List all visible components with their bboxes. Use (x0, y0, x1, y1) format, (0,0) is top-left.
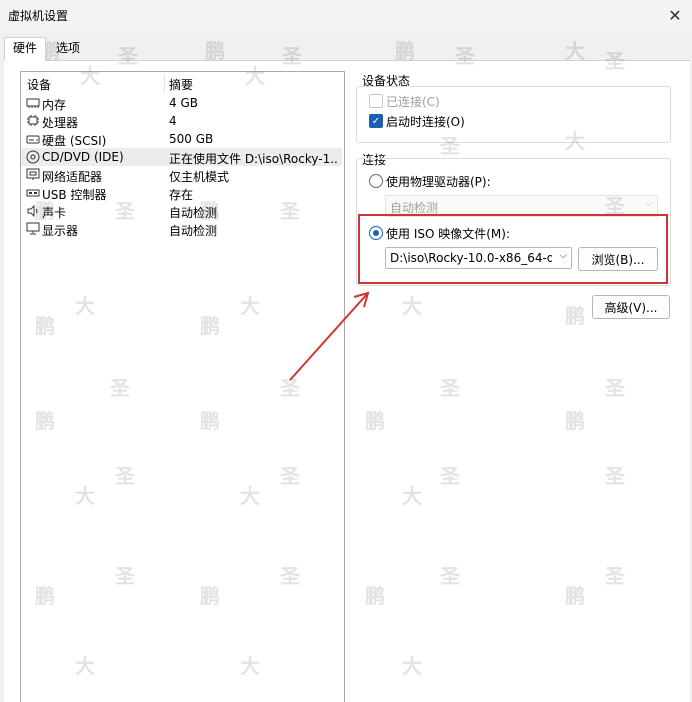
connected-checkbox[interactable] (369, 94, 383, 108)
device-row-sound-card[interactable]: 声卡 自动检测 (21, 202, 342, 220)
cpu-icon (26, 114, 40, 127)
physical-drive-radio[interactable] (369, 174, 383, 188)
window-title: 虚拟机设置 (8, 9, 69, 23)
device-summary: 4 GB (169, 96, 198, 110)
column-divider[interactable] (164, 74, 165, 92)
device-name: 硬盘 (SCSI) (42, 134, 107, 148)
title-bar: 虚拟机设置 ✕ (0, 0, 692, 30)
monitor-icon (26, 222, 40, 235)
device-name: 显示器 (42, 224, 79, 238)
device-row-hard-disk[interactable]: 硬盘 (SCSI) 500 GB (21, 130, 342, 148)
cd-dvd-icon (26, 150, 40, 163)
connected-label: 已连接(C) (386, 95, 440, 109)
network-adapter-icon (26, 168, 40, 181)
device-name: CD/DVD (IDE) (42, 150, 124, 164)
highlight-box (358, 214, 668, 284)
chevron-down-icon: ⌵ (645, 198, 653, 209)
device-list[interactable]: 设备 摘要 内存 4 GB 处理器 4 硬盘 (SCSI) 500 GB CD/… (20, 71, 345, 702)
memory-icon (26, 96, 40, 109)
close-icon: ✕ (668, 5, 682, 25)
device-name: 声卡 (42, 206, 67, 220)
tab-options[interactable]: 选项 (48, 38, 88, 59)
usb-icon (26, 186, 40, 199)
device-name: USB 控制器 (42, 188, 107, 202)
device-summary: 仅主机模式 (169, 170, 230, 184)
column-header-device[interactable]: 设备 (27, 76, 51, 93)
device-name: 网络适配器 (42, 170, 103, 184)
device-name: 处理器 (42, 116, 79, 130)
connect-at-power-on-label: 启动时连接(O) (386, 115, 465, 129)
hard-disk-icon (26, 132, 40, 145)
device-name: 内存 (42, 98, 67, 112)
device-row-cd-dvd[interactable]: CD/DVD (IDE) 正在使用文件 D:\iso\Rocky-1... (21, 148, 342, 166)
device-summary: 正在使用文件 D:\iso\Rocky-1... (169, 152, 339, 166)
device-summary: 4 (169, 114, 177, 128)
close-button[interactable]: ✕ (662, 2, 688, 28)
device-summary: 500 GB (169, 132, 214, 146)
connect-at-power-on-checkbox[interactable]: ✓ (369, 114, 383, 128)
tab-hardware[interactable]: 硬件 (4, 37, 47, 61)
device-summary: 自动检测 (169, 206, 218, 220)
device-row-network-adapter[interactable]: 网络适配器 仅主机模式 (21, 166, 342, 184)
tab-bar: 硬件 选项 (0, 37, 692, 61)
device-row-memory[interactable]: 内存 4 GB (21, 94, 342, 112)
column-header-summary[interactable]: 摘要 (169, 76, 193, 93)
device-row-display[interactable]: 显示器 自动检测 (21, 220, 342, 238)
speaker-icon (26, 204, 40, 217)
annotation-arrow-icon (289, 291, 370, 381)
device-summary: 存在 (169, 188, 194, 202)
device-summary: 自动检测 (169, 224, 218, 238)
advanced-button[interactable]: 高级(V)... (592, 295, 670, 319)
physical-drive-label: 使用物理驱动器(P): (386, 175, 491, 189)
device-row-usb[interactable]: USB 控制器 存在 (21, 184, 342, 202)
device-row-cpu[interactable]: 处理器 4 (21, 112, 342, 130)
